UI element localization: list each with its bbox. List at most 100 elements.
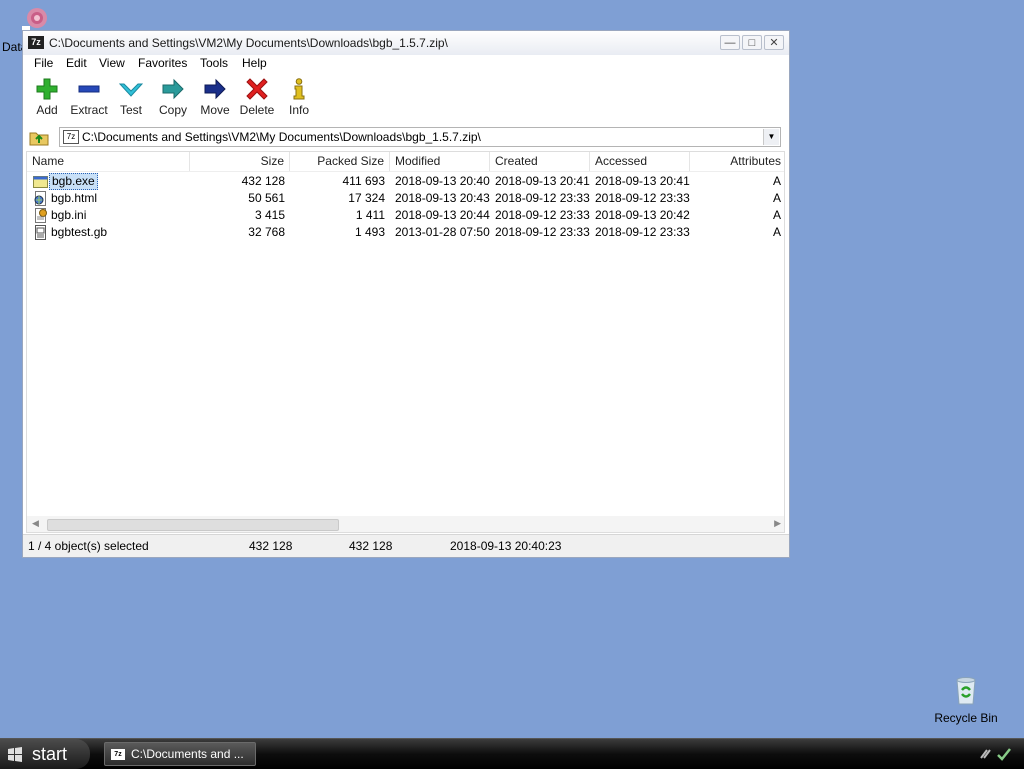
extract-label: Extract	[70, 103, 108, 117]
column-header-size[interactable]: Size	[190, 152, 290, 171]
app-icon: 7z	[28, 36, 44, 49]
column-header-name[interactable]: Name	[27, 152, 190, 171]
file-accessed: 2018-09-13 20:41	[595, 174, 690, 188]
minus-icon	[78, 85, 100, 93]
app-icon: 7z	[111, 749, 125, 761]
info-button[interactable]: Info	[277, 77, 321, 117]
file-name: bgb.exe	[49, 173, 98, 190]
file-accessed: 2018-09-12 23:33	[595, 225, 690, 239]
file-size: 32 768	[248, 225, 285, 239]
delete-x-icon	[246, 78, 268, 100]
ini-file-icon	[35, 208, 47, 223]
menu-favorites[interactable]: Favorites	[138, 55, 187, 71]
menu-file[interactable]: File	[34, 55, 53, 71]
status-packed-size: 432 128	[349, 539, 393, 553]
column-header-modified[interactable]: Modified	[390, 152, 490, 171]
move-label: Move	[200, 103, 230, 117]
copy-label: Copy	[158, 103, 187, 117]
address-path: C:\Documents and Settings\VM2\My Documen…	[82, 130, 481, 144]
minimize-button[interactable]: —	[720, 35, 740, 50]
file-size: 3 415	[254, 208, 285, 222]
column-header-created[interactable]: Created	[490, 152, 590, 171]
maximize-icon: □	[748, 37, 756, 49]
desktop-icon-recycle-bin[interactable]: Recycle Bin	[928, 674, 1004, 725]
add-label: Add	[36, 103, 58, 117]
file-manager-window: 7z C:\Documents and Settings\VM2\My Docu…	[22, 30, 790, 558]
file-modified: 2018-09-13 20:44	[395, 208, 490, 222]
scroll-left-icon[interactable]: ◀	[32, 518, 39, 529]
close-button[interactable]: ✕	[764, 35, 784, 50]
system-tray[interactable]	[978, 746, 1014, 762]
extract-button[interactable]: Extract	[67, 77, 111, 117]
start-button[interactable]: start	[0, 739, 90, 769]
check-icon	[119, 83, 143, 97]
chevron-down-icon: ▼	[767, 132, 776, 141]
scroll-right-icon[interactable]: ▶	[774, 518, 781, 529]
file-created: 2018-09-12 23:33	[495, 225, 590, 239]
file-created: 2018-09-12 23:33	[495, 208, 590, 222]
recycle-bin-icon	[956, 677, 976, 705]
menu-tools[interactable]: Tools	[200, 55, 228, 71]
taskbar: start 7z C:\Documents and ...	[0, 738, 1024, 769]
file-attributes: A	[772, 225, 781, 239]
file-size: 50 561	[248, 191, 285, 205]
table-row[interactable]: bgb.ini 3 415 1 411 2018-09-13 20:44 201…	[27, 207, 784, 224]
exe-file-icon	[33, 176, 48, 188]
file-list[interactable]: Name Size Packed Size Modified Created A…	[26, 151, 785, 533]
test-label: Test	[119, 103, 142, 117]
column-header-packed-size[interactable]: Packed Size	[290, 152, 390, 171]
column-header-accessed[interactable]: Accessed	[590, 152, 690, 171]
file-created: 2018-09-12 23:33	[495, 191, 590, 205]
status-bar: 1 / 4 object(s) selected 432 128 432 128…	[23, 534, 789, 557]
menu-help[interactable]: Help	[242, 55, 267, 71]
menu-edit[interactable]: Edit	[66, 55, 87, 71]
table-row[interactable]: bgb.html 50 561 17 324 2018-09-13 20:43 …	[27, 190, 784, 207]
html-file-icon	[34, 191, 46, 206]
file-modified: 2013-01-28 07:50	[395, 225, 490, 239]
title-bar[interactable]: 7z C:\Documents and Settings\VM2\My Docu…	[23, 31, 789, 56]
network-icon	[980, 749, 991, 759]
menu-view[interactable]: View	[99, 55, 125, 71]
file-packed-size: 1 493	[354, 225, 385, 239]
move-button[interactable]: Move	[193, 77, 237, 117]
info-icon	[293, 78, 305, 100]
dropdown-button[interactable]: ▼	[763, 129, 779, 145]
status-size: 432 128	[249, 539, 293, 553]
close-icon: ✕	[769, 37, 779, 49]
file-name: bgb.ini	[51, 208, 87, 222]
table-row[interactable]: bgb.exe 432 128 411 693 2018-09-13 20:40…	[27, 173, 784, 190]
file-created: 2018-09-13 20:41	[495, 174, 590, 188]
file-modified: 2018-09-13 20:40	[395, 174, 490, 188]
tray-check-icon	[997, 748, 1011, 761]
address-combobox[interactable]: 7z C:\Documents and Settings\VM2\My Docu…	[59, 127, 781, 147]
windows-logo-icon	[8, 747, 22, 762]
info-label: Info	[288, 103, 309, 117]
add-button[interactable]: Add	[25, 77, 69, 117]
flower-icon	[22, 8, 47, 32]
taskbar-item-7zip[interactable]: 7z C:\Documents and ...	[104, 742, 256, 766]
horizontal-scrollbar[interactable]: ◀ ▶	[27, 516, 784, 532]
desktop-icon-label: Recycle Bin	[934, 711, 998, 725]
delete-button[interactable]: Delete	[235, 77, 279, 117]
window-title: C:\Documents and Settings\VM2\My Documen…	[49, 36, 448, 50]
file-attributes: A	[772, 174, 781, 188]
scrollbar-thumb[interactable]	[47, 519, 339, 531]
file-name: bgb.html	[51, 191, 98, 205]
maximize-button[interactable]: □	[742, 35, 762, 50]
gb-file-icon	[35, 225, 46, 240]
archive-icon: 7z	[63, 130, 79, 144]
file-packed-size: 1 411	[355, 208, 385, 222]
copy-button[interactable]: Copy	[151, 77, 195, 117]
test-button[interactable]: Test	[109, 77, 153, 117]
folder-up-icon[interactable]	[29, 128, 49, 146]
file-size: 432 128	[241, 174, 285, 188]
plus-icon	[36, 78, 58, 100]
file-accessed: 2018-09-12 23:33	[595, 191, 690, 205]
file-packed-size: 411 693	[342, 174, 386, 188]
column-header-attributes[interactable]: Attributes	[690, 152, 784, 171]
menu-bar: File Edit View Favorites Tools Help	[23, 55, 789, 73]
file-accessed: 2018-09-13 20:42	[595, 208, 690, 222]
table-row[interactable]: bgbtest.gb 32 768 1 493 2013-01-28 07:50…	[27, 224, 784, 241]
move-arrow-icon	[204, 78, 226, 100]
file-name: bgbtest.gb	[51, 225, 108, 239]
